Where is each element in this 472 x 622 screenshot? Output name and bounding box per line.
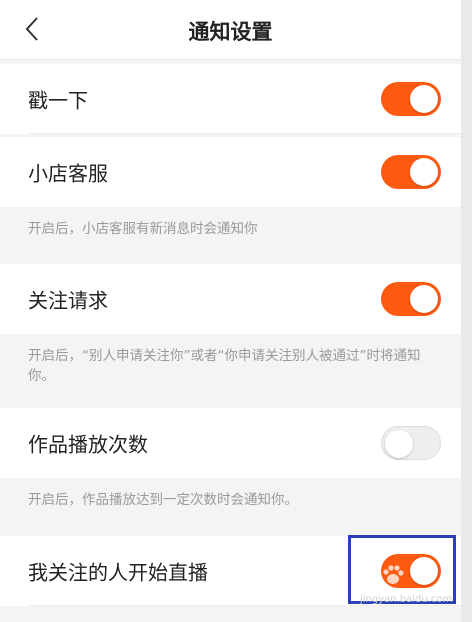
toggle-knob	[410, 285, 438, 313]
setting-label: 戳一下	[28, 88, 88, 113]
setting-label: 作品播放次数	[28, 432, 148, 457]
row-divider	[28, 605, 461, 606]
navigation-bar: 通知设置	[0, 0, 461, 60]
play-count-hint: 开启后，作品播放达到一定次数时会通知你。	[28, 492, 298, 508]
paw-watermark-icon	[378, 560, 408, 590]
screen-edge	[461, 0, 472, 622]
play-count-toggle[interactable]	[381, 426, 441, 460]
setting-row-play-count: 作品播放次数	[0, 408, 461, 478]
watermark-text: jingyan.baidu.com	[360, 594, 453, 605]
row-divider	[28, 133, 461, 134]
setting-row-follow-request: 关注请求	[0, 264, 461, 334]
setting-label: 我关注的人开始直播	[28, 560, 208, 585]
follow-request-toggle[interactable]	[381, 282, 441, 316]
setting-label: 关注请求	[28, 288, 108, 313]
setting-row-shop-service: 小店客服	[0, 137, 461, 207]
page-title: 通知设置	[188, 20, 273, 44]
toggle-knob	[410, 85, 438, 113]
shop-service-toggle[interactable]	[381, 155, 441, 189]
toggle-knob	[385, 430, 413, 458]
follow-request-hint: 开启后，“别人申请关注你”或者“你申请关注别人被通过”时将通知你。	[28, 348, 421, 384]
shop-service-hint: 开启后，小店客服有新消息时会通知你	[28, 221, 258, 237]
setting-label: 小店客服	[28, 161, 108, 186]
setting-row-poke: 戳一下	[0, 64, 461, 134]
toggle-knob	[410, 158, 438, 186]
poke-toggle[interactable]	[381, 82, 441, 116]
